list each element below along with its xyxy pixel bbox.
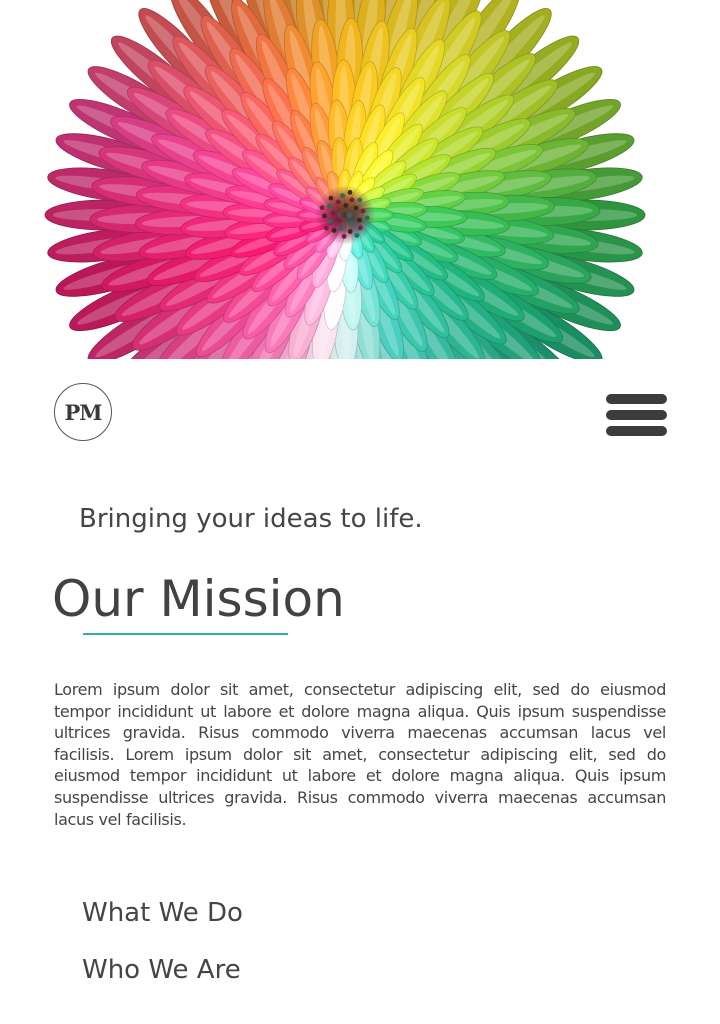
- flower-image: [44, 0, 646, 359]
- flower-stamen: [357, 197, 363, 203]
- mission-title: Our Mission: [52, 570, 345, 628]
- hamburger-menu-icon[interactable]: [606, 394, 667, 436]
- flower-stamen: [331, 228, 337, 233]
- flower-stamen: [340, 193, 345, 199]
- flower-stamen: [335, 199, 341, 205]
- logo[interactable]: PM: [54, 383, 112, 441]
- flower-stamen: [343, 203, 349, 208]
- flower-stamen: [349, 221, 355, 227]
- flower-stamen: [354, 233, 360, 238]
- page: PM Bringing your ideas to life. Our Miss…: [0, 0, 720, 1024]
- flower-stamen: [347, 229, 353, 234]
- flower-stamen: [341, 234, 347, 239]
- title-underline: [83, 633, 288, 635]
- nav-link-what-we-do[interactable]: What We Do: [82, 898, 243, 928]
- flower-stamen: [346, 212, 352, 218]
- menu-bar: [606, 410, 667, 420]
- flower-stamen: [319, 205, 325, 211]
- flower-stamen: [353, 205, 359, 211]
- flower-stamen: [328, 195, 334, 201]
- flower-stamen: [336, 218, 342, 223]
- nav-link-who-we-are[interactable]: Who We Are: [82, 955, 241, 985]
- tagline: Bringing your ideas to life.: [79, 504, 423, 534]
- flower-stamen: [327, 218, 333, 224]
- menu-bar: [606, 394, 667, 404]
- flower-stamen: [357, 217, 362, 223]
- flower-stamen: [339, 225, 344, 231]
- mission-body-text: Lorem ipsum dolor sit amet, consectetur …: [54, 680, 666, 829]
- flower-stamen: [357, 225, 363, 231]
- flower-stamen: [322, 213, 327, 219]
- flower-stamen: [349, 197, 355, 203]
- menu-bar: [606, 426, 667, 436]
- flower-stamen: [324, 225, 329, 231]
- flower-stamen: [330, 210, 336, 216]
- hero-image: [0, 0, 720, 359]
- flower-stamen: [364, 215, 370, 221]
- flower-stamen: [347, 190, 353, 195]
- flower-stamen: [360, 208, 366, 214]
- flower-stamen: [327, 203, 332, 209]
